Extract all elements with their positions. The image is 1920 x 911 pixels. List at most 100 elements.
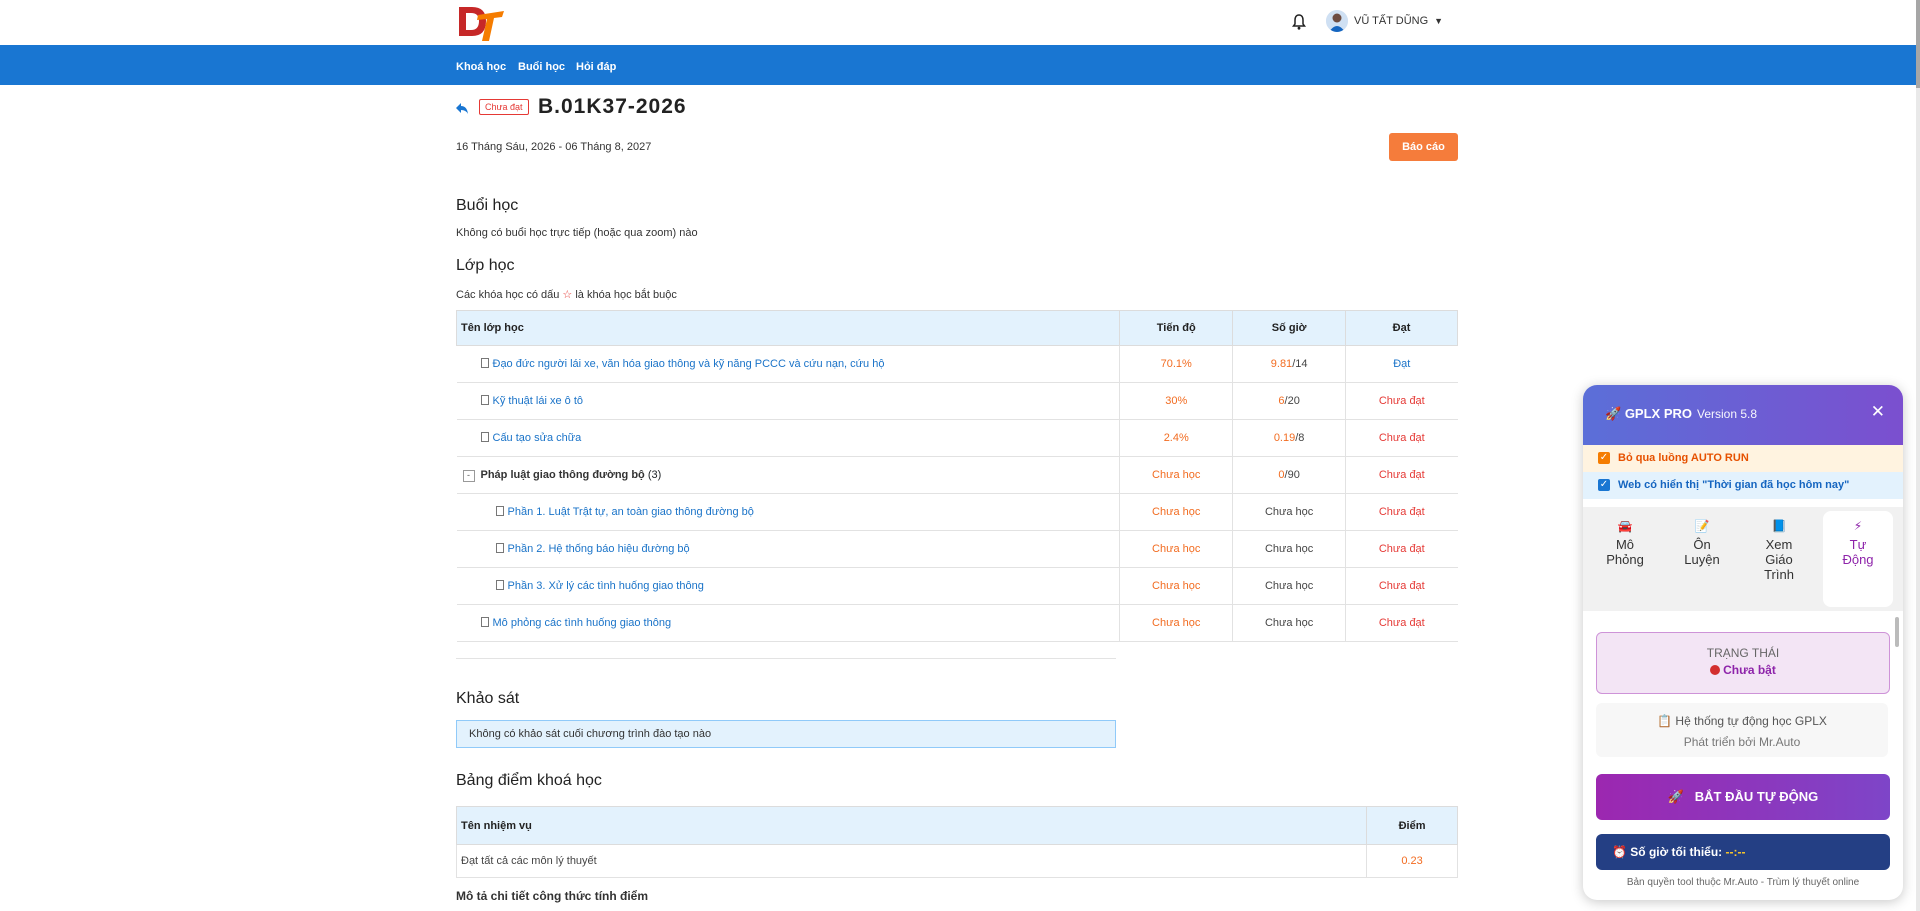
- class-link[interactable]: Phần 3. Xử lý các tình huống giao thông: [508, 580, 704, 592]
- document-icon: [495, 580, 504, 590]
- class-link[interactable]: Cấu tạo sửa chữa: [493, 432, 582, 444]
- checkbox-checked-icon[interactable]: ✓: [1598, 479, 1610, 491]
- col-class-name: Tên lớp học: [455, 310, 1121, 346]
- panel-version: Version 5.8: [1697, 407, 1758, 421]
- tab-label: Tự: [1849, 537, 1867, 552]
- option-skip-autorun[interactable]: ✓ Bỏ qua luồng AUTO RUN: [1583, 445, 1903, 472]
- status-value-text: Chưa bật: [1723, 663, 1776, 677]
- classes-table: Tên lớp học Tiến độ Số giờ Đạt Đạo đức n…: [455, 310, 1458, 642]
- collapse-icon[interactable]: -: [462, 469, 475, 482]
- table-row: Mô phỏng các tình huống giao thông Chưa …: [456, 604, 1458, 642]
- passed-cell: Chưa đạt: [1345, 456, 1458, 494]
- scores-table: Tên nhiệm vụ Điểm Đạt tất cả các môn lý …: [455, 806, 1458, 878]
- panel-scrollbar[interactable]: [1895, 617, 1899, 647]
- panel-tabs: 🚘 Mô Phỏng 📝 Ôn Luyện 📘 Xem Giáo Trình ⚡…: [1583, 507, 1903, 611]
- option-show-study-time[interactable]: ✓ Web có hiển thị "Thời gian đã học hôm …: [1583, 472, 1903, 499]
- document-icon: [480, 395, 489, 405]
- nav-hoi-dap[interactable]: Hỏi đáp: [576, 45, 616, 90]
- status-box: TRẠNG THÁI Chưa bật: [1596, 632, 1890, 694]
- checkbox-checked-icon[interactable]: ✓: [1598, 452, 1610, 464]
- tab-xem-giao-trinh[interactable]: 📘 Xem Giáo Trình: [1744, 511, 1814, 607]
- class-name-cell: Phần 1. Luật Trật tự, an toàn giao thông…: [456, 493, 1120, 531]
- survey-info-box: Không có khảo sát cuối chương trình đào …: [456, 720, 1116, 748]
- hours-cell: 0.19/8: [1232, 419, 1346, 457]
- col-score: Điểm: [1366, 806, 1458, 845]
- hours-cell: Chưa học: [1232, 530, 1346, 568]
- document-icon: 📋: [1657, 714, 1673, 728]
- panel-title-text: GPLX PRO: [1624, 406, 1692, 421]
- tab-on-luyen[interactable]: 📝 Ôn Luyện: [1667, 511, 1737, 607]
- col-hours: Số giờ: [1232, 310, 1347, 346]
- car-icon: 🚘: [1617, 519, 1633, 533]
- hours-cell: 6/20: [1232, 382, 1346, 420]
- class-group-cell: - Pháp luật giao thông đường bộ (3): [456, 456, 1120, 494]
- document-icon: [495, 506, 504, 516]
- chevron-down-icon: ▼: [1434, 16, 1444, 26]
- passed-cell: Chưa đạt: [1345, 493, 1458, 531]
- hours-cell: Chưa học: [1232, 493, 1346, 531]
- table-header-row: Tên lớp học Tiến độ Số giờ Đạt: [455, 310, 1458, 346]
- alarm-clock-icon: ⏰: [1612, 845, 1627, 859]
- class-name-cell: Phần 3. Xử lý các tình huống giao thông: [456, 567, 1120, 605]
- hours-total: /8: [1295, 432, 1305, 444]
- site-logo[interactable]: [456, 3, 506, 43]
- table-row: Đạo đức người lái xe, văn hóa giao thông…: [456, 345, 1458, 383]
- class-link[interactable]: Phần 2. Hệ thống báo hiệu đường bộ: [508, 543, 690, 555]
- top-header: VŨ TẤT DŨNG ▼: [0, 0, 1920, 45]
- user-menu[interactable]: VŨ TẤT DŨNG ▼: [1326, 10, 1443, 32]
- bell-icon[interactable]: [1291, 13, 1307, 31]
- document-icon: [480, 432, 489, 442]
- tab-label: Trình: [1764, 567, 1794, 582]
- min-hours-label: Số giờ tối thiểu:: [1630, 845, 1723, 859]
- tab-mo-phong[interactable]: 🚘 Mô Phỏng: [1590, 511, 1660, 607]
- tab-label: Động: [1842, 552, 1874, 567]
- page-scrollbar[interactable]: [1916, 0, 1920, 911]
- start-auto-button[interactable]: 🚀 BẮT ĐẦU TỰ ĐỘNG: [1596, 774, 1890, 820]
- progress-cell: Chưa học: [1119, 493, 1233, 531]
- passed-cell: Chưa đạt: [1345, 530, 1458, 568]
- class-link[interactable]: Đạo đức người lái xe, văn hóa giao thông…: [493, 358, 885, 370]
- panel-copyright: Bản quyền tool thuộc Mr.Auto - Trùm lý t…: [1626, 877, 1860, 888]
- rocket-icon: 🚀: [1667, 789, 1684, 804]
- col-task-name: Tên nhiệm vụ: [455, 806, 1368, 845]
- progress-cell: 70.1%: [1119, 345, 1233, 383]
- tab-label: Phỏng: [1606, 552, 1644, 567]
- back-arrow-icon[interactable]: [455, 101, 469, 115]
- table-header-row: Tên nhiệm vụ Điểm: [455, 806, 1458, 845]
- progress-cell: Chưa học: [1119, 530, 1233, 568]
- min-hours-value: --:--: [1725, 845, 1746, 859]
- hours-done: 0.19: [1273, 432, 1296, 444]
- page-scrollbar-thumb[interactable]: [1916, 0, 1920, 88]
- gplx-pro-panel: 🚀 GPLX PRO Version 5.8 ✕ ✓ Bỏ qua luồng …: [1583, 385, 1903, 900]
- score-formula-title: Mô tả chi tiết công thức tính điểm: [456, 889, 649, 903]
- hours-cell: Chưa học: [1232, 567, 1346, 605]
- tab-tu-dong[interactable]: ⚡ Tự Động: [1823, 511, 1893, 607]
- table-row: Phần 2. Hệ thống báo hiệu đường bộ Chưa …: [456, 530, 1458, 568]
- group-count: (3): [647, 468, 662, 481]
- progress-cell: Chưa học: [1119, 567, 1233, 605]
- table-row: Phần 1. Luật Trật tự, an toàn giao thông…: [456, 493, 1458, 531]
- task-name-cell: Đạt tất cả các môn lý thuyết: [455, 844, 1368, 878]
- nav-khoa-hoc[interactable]: Khoá học: [456, 45, 506, 90]
- class-name-cell: Mô phỏng các tình huống giao thông: [456, 604, 1120, 642]
- passed-cell: Chưa đạt: [1345, 604, 1458, 642]
- class-link[interactable]: Mô phỏng các tình huống giao thông: [493, 617, 672, 629]
- star-icon: ☆: [562, 289, 573, 301]
- scores-title: Bảng điểm khoá học: [456, 772, 602, 789]
- red-dot-icon: [1710, 665, 1721, 675]
- class-link[interactable]: Phần 1. Luật Trật tự, an toàn giao thông…: [508, 506, 754, 518]
- close-icon[interactable]: ✕: [1871, 402, 1885, 422]
- lightning-icon: ⚡: [1853, 519, 1863, 533]
- course-code: B.01K37-2026: [538, 95, 687, 118]
- classes-note: Các khóa học có dấu ☆ là khóa học bắt bu…: [456, 288, 677, 301]
- table-row: Cấu tạo sửa chữa 2.4% 0.19/8 Chưa đạt: [456, 419, 1458, 457]
- report-button[interactable]: Báo cáo: [1389, 133, 1458, 161]
- passed-cell: Đạt: [1345, 345, 1458, 383]
- nav-buoi-hoc[interactable]: Buổi học: [518, 45, 565, 90]
- progress-cell: Chưa học: [1119, 456, 1233, 494]
- tab-label: Xem: [1765, 537, 1793, 552]
- system-line-1-text: Hệ thống tự động học GPLX: [1675, 714, 1827, 728]
- class-link[interactable]: Kỹ thuật lái xe ô tô: [493, 395, 584, 407]
- class-name-cell: Phần 2. Hệ thống báo hiệu đường bộ: [456, 530, 1120, 568]
- class-name-cell: Kỹ thuật lái xe ô tô: [456, 382, 1120, 420]
